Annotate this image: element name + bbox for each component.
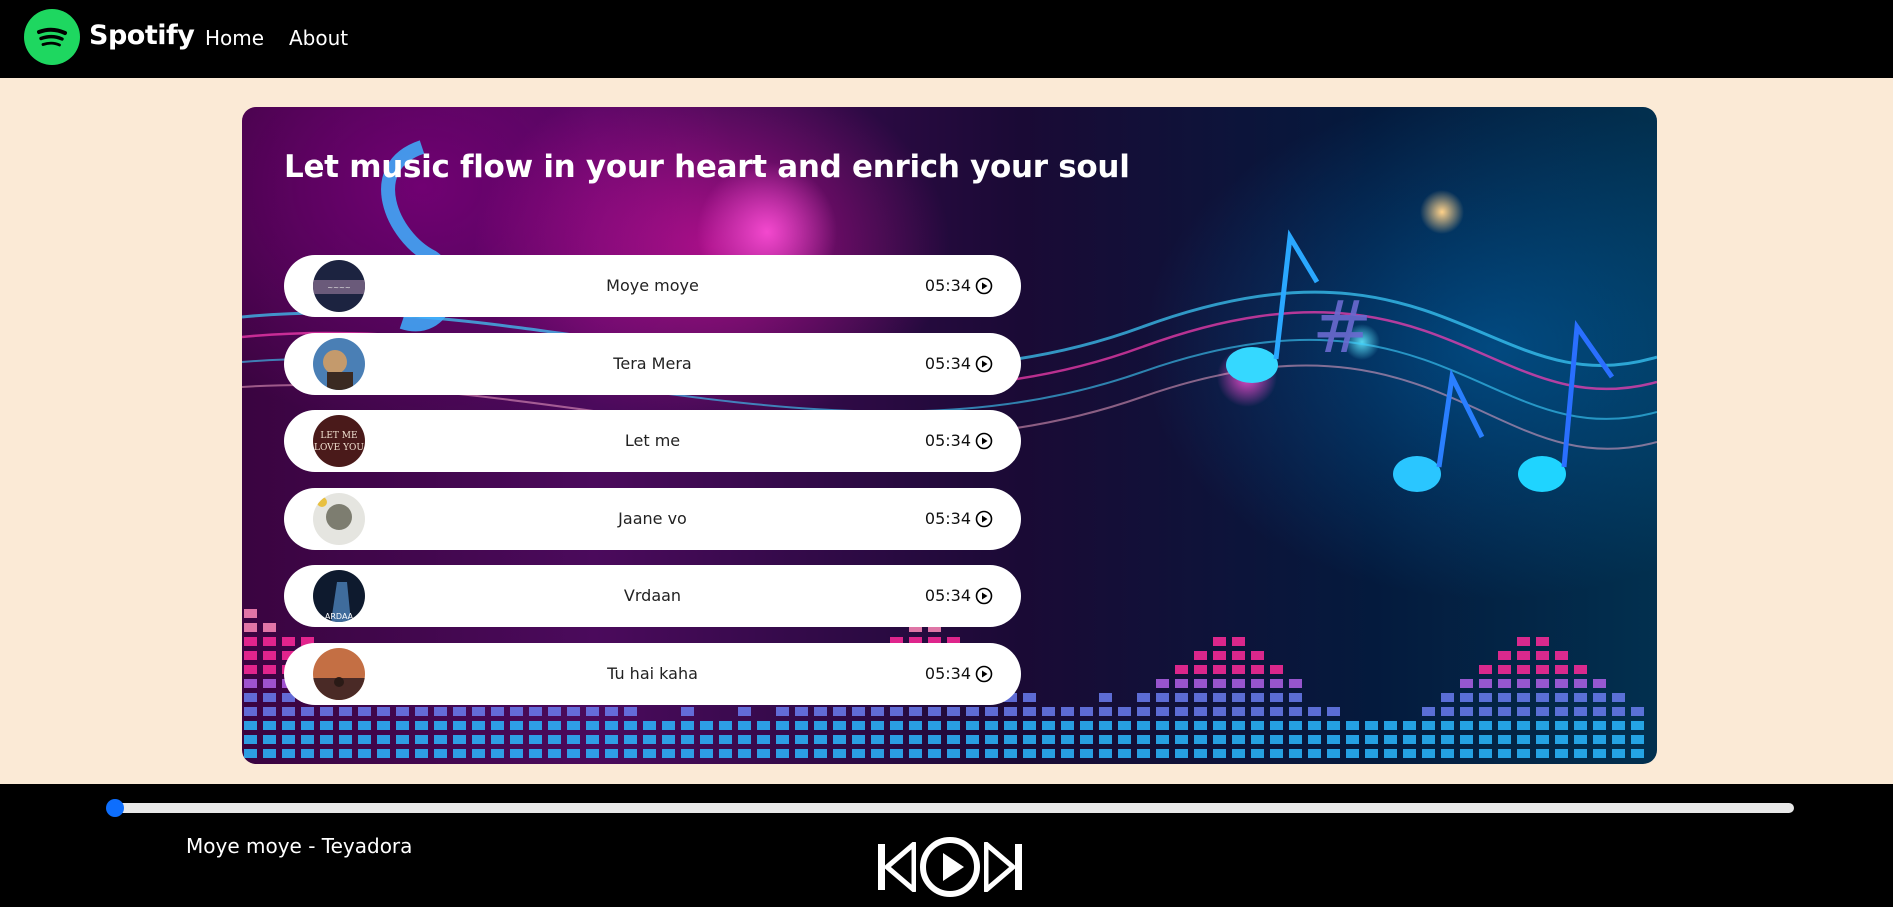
svg-text:ARDAA: ARDAA bbox=[325, 612, 354, 621]
spotify-logo[interactable] bbox=[24, 9, 80, 65]
song-name: Tu hai kaha bbox=[607, 663, 698, 683]
play-circle-icon[interactable] bbox=[975, 432, 993, 450]
play-circle-icon[interactable] bbox=[975, 510, 993, 528]
nav-home-link[interactable]: Home bbox=[205, 26, 264, 50]
player-bar: Moye moye - Teyadora bbox=[0, 784, 1893, 907]
svg-text:#: # bbox=[1312, 285, 1372, 369]
play-circle-icon[interactable] bbox=[975, 277, 993, 295]
song-list: ~~~~ Moye moye 05:34 Tera Mera 05:34 LET… bbox=[284, 255, 1021, 720]
play-circle-icon[interactable] bbox=[975, 355, 993, 373]
song-item[interactable]: LET ME LOVE YOU Let me 05:34 bbox=[284, 410, 1021, 472]
song-duration: 05:34 bbox=[924, 663, 971, 683]
hero-banner: # Let music flow in your heart and enric… bbox=[242, 107, 1657, 764]
song-item[interactable]: Tu hai kaha 05:34 bbox=[284, 642, 1021, 705]
song-duration: 05:34 bbox=[924, 353, 971, 373]
song-name: Moye moye bbox=[606, 276, 699, 295]
progress-bar[interactable] bbox=[114, 803, 1794, 813]
next-icon[interactable] bbox=[984, 842, 1024, 892]
previous-icon[interactable] bbox=[876, 842, 916, 892]
navbar: Spotify Home About bbox=[0, 0, 1893, 78]
spotify-icon bbox=[37, 27, 67, 47]
playback-controls bbox=[876, 834, 1024, 900]
song-name: Let me bbox=[624, 431, 681, 450]
now-playing-info: Moye moye - Teyadora bbox=[186, 834, 413, 858]
song-duration: 05:34 bbox=[924, 431, 971, 450]
song-name: Jaane vo bbox=[618, 508, 687, 528]
progress-thumb[interactable] bbox=[106, 799, 124, 817]
play-circle-icon[interactable] bbox=[975, 587, 993, 605]
play-circle-icon[interactable] bbox=[975, 665, 993, 683]
song-item[interactable]: ~~~~ Moye moye 05:34 bbox=[284, 255, 1021, 317]
song-item[interactable]: Tera Mera 05:34 bbox=[284, 332, 1021, 395]
song-duration: 05:34 bbox=[924, 276, 971, 295]
song-item[interactable]: Jaane vo 05:34 bbox=[284, 487, 1021, 550]
song-duration: 05:34 bbox=[924, 586, 971, 605]
song-duration: 05:34 bbox=[924, 508, 971, 528]
brand-name[interactable]: Spotify bbox=[89, 20, 195, 51]
play-icon[interactable] bbox=[919, 836, 981, 898]
song-name: Tera Mera bbox=[613, 353, 692, 373]
nav-about-link[interactable]: About bbox=[289, 26, 348, 50]
song-name: Vrdaan bbox=[623, 586, 682, 605]
song-item[interactable]: ARDAA Vrdaan 05:34 bbox=[284, 565, 1021, 627]
hero-title: Let music flow in your heart and enrich … bbox=[284, 149, 1130, 185]
